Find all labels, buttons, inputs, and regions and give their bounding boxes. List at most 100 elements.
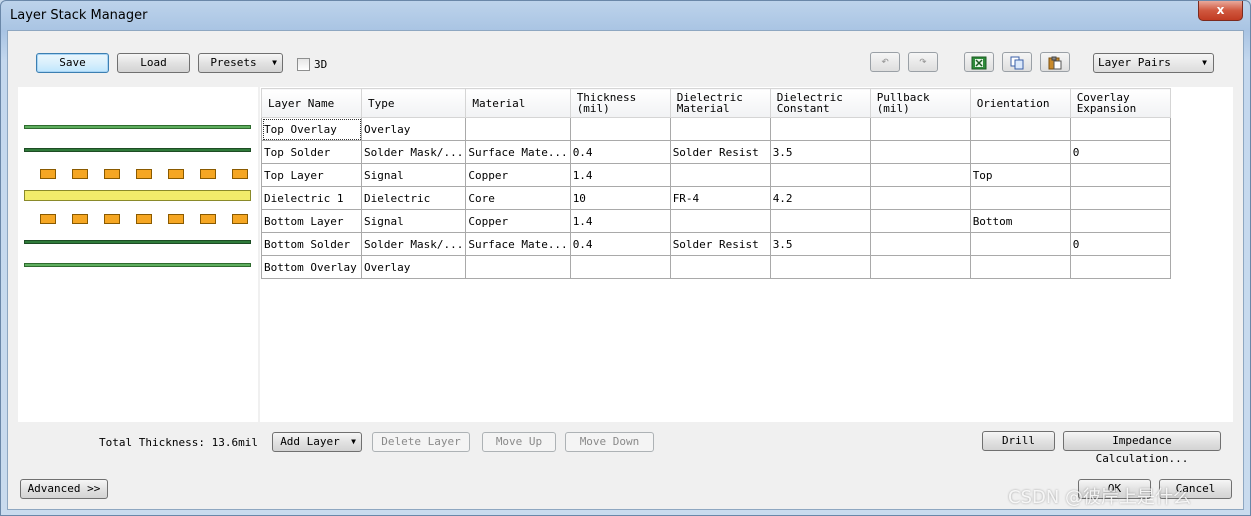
bottom-solder-layer[interactable]: [24, 240, 251, 244]
table-cell[interactable]: [669, 117, 771, 141]
table-cell[interactable]: [1069, 163, 1171, 187]
top-overlay-layer[interactable]: [24, 125, 251, 129]
table-cell[interactable]: Surface Mate...: [465, 232, 571, 256]
table-cell[interactable]: [769, 163, 871, 187]
delete-layer-button[interactable]: Delete Layer: [372, 432, 470, 452]
table-cell[interactable]: [869, 163, 971, 187]
table-cell[interactable]: Bottom: [969, 209, 1071, 233]
table-cell[interactable]: [569, 255, 671, 279]
column-header[interactable]: Dielectric Constant: [769, 88, 871, 118]
table-cell[interactable]: [1069, 117, 1171, 141]
table-cell[interactable]: [769, 117, 871, 141]
table-cell[interactable]: [969, 140, 1071, 164]
table-cell[interactable]: Signal: [360, 163, 467, 187]
table-cell[interactable]: [969, 255, 1071, 279]
table-cell[interactable]: 4.2: [769, 186, 871, 210]
table-cell[interactable]: 0.4: [569, 140, 671, 164]
bottom-overlay-layer[interactable]: [24, 263, 251, 267]
layer-pairs-select[interactable]: Layer Pairs ▼: [1093, 53, 1214, 73]
table-cell[interactable]: Solder Mask/...: [360, 232, 467, 256]
top-solder-layer[interactable]: [24, 148, 251, 152]
save-button[interactable]: Save: [36, 53, 109, 73]
export-excel-button[interactable]: [964, 52, 994, 72]
table-cell[interactable]: [869, 232, 971, 256]
table-cell[interactable]: [969, 117, 1071, 141]
table-cell[interactable]: [465, 117, 571, 141]
table-cell[interactable]: 1.4: [569, 163, 671, 187]
table-cell[interactable]: [465, 255, 571, 279]
undo-button[interactable]: ↶: [870, 52, 900, 72]
table-cell[interactable]: [769, 209, 871, 233]
table-cell[interactable]: Dielectric: [360, 186, 467, 210]
table-cell[interactable]: [869, 209, 971, 233]
table-cell[interactable]: Bottom Layer: [261, 209, 362, 233]
column-header[interactable]: Coverlay Expansion: [1069, 88, 1171, 118]
advanced-button[interactable]: Advanced >>: [20, 479, 108, 499]
table-cell[interactable]: [669, 209, 771, 233]
table-cell[interactable]: [1069, 209, 1171, 233]
table-cell[interactable]: 3.5: [769, 140, 871, 164]
table-cell[interactable]: [669, 163, 771, 187]
impedance-calculation-button[interactable]: Impedance Calculation...: [1063, 431, 1221, 465]
table-row[interactable]: Bottom Solder Solder Mask/... Surface Mate…: [261, 232, 1171, 256]
table-cell[interactable]: 3.5: [769, 232, 871, 256]
table-cell[interactable]: 0.4: [569, 232, 671, 256]
presets-button[interactable]: Presets ▼: [198, 53, 283, 73]
table-cell[interactable]: Solder Mask/...: [360, 140, 467, 164]
paste-button[interactable]: [1040, 52, 1070, 72]
column-header[interactable]: Type: [360, 88, 467, 118]
3d-checkbox[interactable]: [297, 58, 310, 71]
top-copper-layer[interactable]: [40, 169, 250, 179]
bottom-copper-layer[interactable]: [40, 214, 250, 224]
table-row[interactable]: Dielectric 1 Dielectric Core 10 FR-4 4.2: [261, 186, 1171, 210]
table-cell[interactable]: Solder Resist: [669, 140, 771, 164]
table-cell[interactable]: [969, 232, 1071, 256]
move-up-button[interactable]: Move Up: [482, 432, 556, 452]
table-cell[interactable]: Bottom Overlay: [261, 255, 362, 279]
table-cell[interactable]: Overlay: [360, 117, 467, 141]
copy-button[interactable]: [1002, 52, 1032, 72]
dielectric-layer[interactable]: [24, 190, 251, 201]
table-cell[interactable]: Surface Mate...: [465, 140, 571, 164]
table-cell[interactable]: [569, 117, 671, 141]
table-cell[interactable]: [1069, 255, 1171, 279]
table-cell[interactable]: Signal: [360, 209, 467, 233]
column-header[interactable]: Material: [465, 88, 571, 118]
title-bar[interactable]: Layer Stack Manager x: [1, 1, 1250, 31]
table-cell[interactable]: [669, 255, 771, 279]
table-cell[interactable]: [1069, 186, 1171, 210]
table-cell[interactable]: [869, 255, 971, 279]
table-row[interactable]: Top Overlay Overlay: [261, 117, 1171, 141]
column-header[interactable]: Layer Name: [261, 88, 362, 118]
table-cell[interactable]: Copper: [465, 163, 571, 187]
table-cell[interactable]: Copper: [465, 209, 571, 233]
close-button[interactable]: x: [1198, 1, 1243, 21]
table-row[interactable]: Bottom Layer Signal Copper 1.4 Bottom: [261, 209, 1171, 233]
table-cell[interactable]: [869, 186, 971, 210]
table-cell[interactable]: Bottom Solder: [261, 232, 362, 256]
table-cell[interactable]: FR-4: [669, 186, 771, 210]
table-cell[interactable]: [869, 140, 971, 164]
table-cell[interactable]: [969, 186, 1071, 210]
add-layer-button[interactable]: Add Layer ▼: [272, 432, 362, 452]
table-cell[interactable]: Top: [969, 163, 1071, 187]
column-header[interactable]: Thickness (mil): [569, 88, 671, 118]
column-header[interactable]: Dielectric Material: [669, 88, 771, 118]
table-cell[interactable]: [769, 255, 871, 279]
table-cell[interactable]: 0: [1069, 140, 1171, 164]
table-cell[interactable]: Overlay: [360, 255, 467, 279]
table-cell[interactable]: 10: [569, 186, 671, 210]
move-down-button[interactable]: Move Down: [565, 432, 654, 452]
column-header[interactable]: Pullback (mil): [869, 88, 971, 118]
table-cell[interactable]: 0: [1069, 232, 1171, 256]
table-cell[interactable]: Core: [465, 186, 571, 210]
table-cell[interactable]: [869, 117, 971, 141]
table-cell[interactable]: Top Solder: [261, 140, 362, 164]
table-row[interactable]: Top Solder Solder Mask/... Surface Mate...…: [261, 140, 1171, 164]
redo-button[interactable]: ↷: [908, 52, 938, 72]
table-cell[interactable]: Top Layer: [261, 163, 362, 187]
table-row[interactable]: Top Layer Signal Copper 1.4 Top: [261, 163, 1171, 187]
load-button[interactable]: Load: [117, 53, 190, 73]
drill-button[interactable]: Drill: [982, 431, 1055, 451]
table-cell[interactable]: Top Overlay: [261, 117, 362, 141]
